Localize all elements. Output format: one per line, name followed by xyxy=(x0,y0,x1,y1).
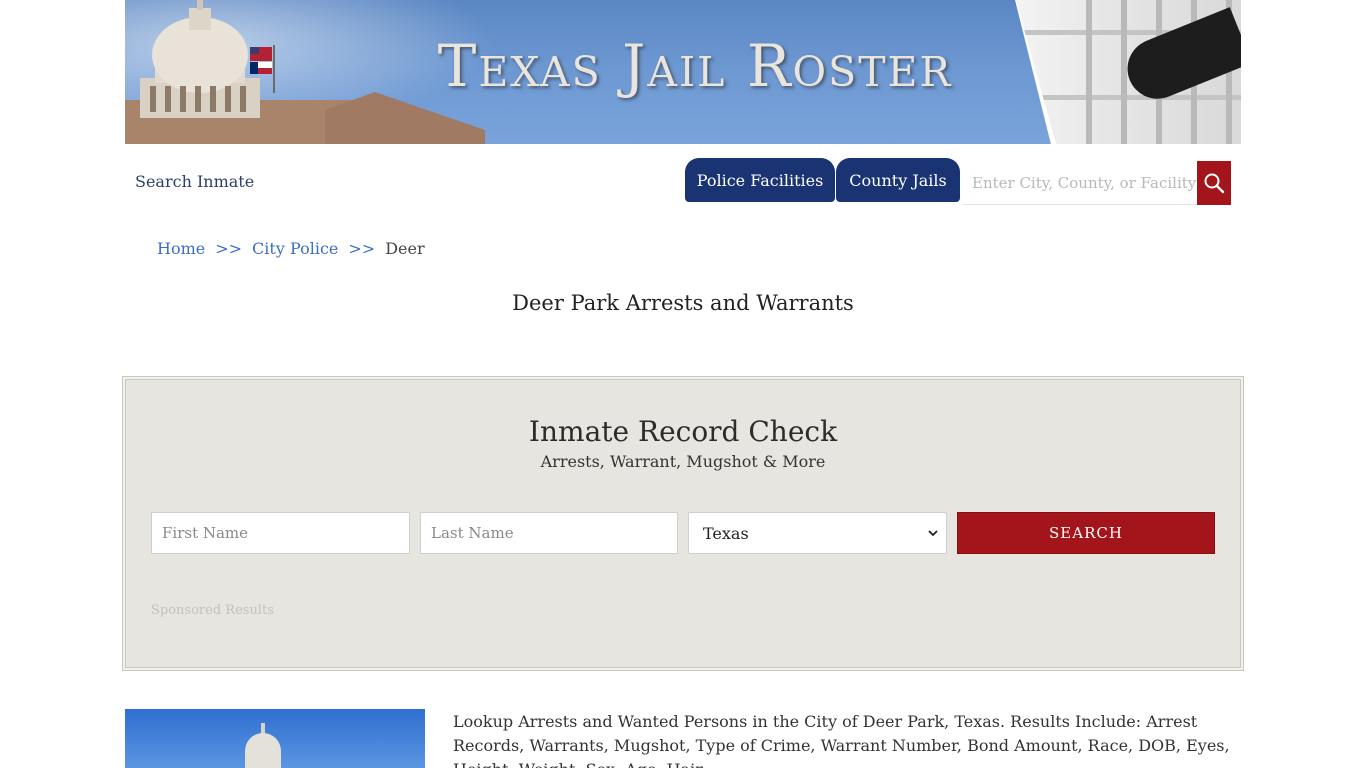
cell-bar xyxy=(1016,95,1241,100)
state-select[interactable]: Texas xyxy=(688,512,947,554)
banner-title: Texas Jail Roster xyxy=(437,32,953,100)
first-name-input[interactable] xyxy=(151,512,410,554)
cell-bar xyxy=(1086,0,1092,144)
arm-with-keys xyxy=(1118,7,1241,108)
breadcrumb-separator: >> xyxy=(348,239,376,258)
breadcrumb-city-police[interactable]: City Police xyxy=(252,239,338,258)
last-name-input[interactable] xyxy=(420,512,678,554)
record-search-button[interactable]: SEARCH xyxy=(957,512,1215,554)
capitol-thumbnail-image xyxy=(125,709,425,768)
breadcrumb: Home >> City Police >> Deer xyxy=(157,239,425,258)
facility-search-button[interactable] xyxy=(1197,161,1231,205)
inmate-record-check-panel: Inmate Record Check Arrests, Warrant, Mu… xyxy=(122,376,1244,671)
thumbnail-dome xyxy=(245,733,281,768)
search-inmate-link[interactable]: Search Inmate xyxy=(135,172,254,191)
record-check-subheading: Arrests, Warrant, Mugshot & More xyxy=(540,452,826,471)
facility-search-input[interactable] xyxy=(962,161,1198,205)
tab-county-jails[interactable]: County Jails xyxy=(836,158,960,202)
chevron-down-icon xyxy=(928,526,938,540)
sponsored-results-label: Sponsored Results xyxy=(151,603,274,618)
record-check-heading: Inmate Record Check xyxy=(528,415,838,448)
city-description: Lookup Arrests and Wanted Persons in the… xyxy=(453,712,1230,768)
page-title: Deer Park Arrests and Warrants xyxy=(512,291,854,315)
breadcrumb-home[interactable]: Home xyxy=(157,239,205,258)
breadcrumb-current: Deer xyxy=(385,239,425,258)
search-icon xyxy=(1204,173,1225,194)
state-selected-value: Texas xyxy=(703,523,749,543)
site-banner[interactable]: Texas Jail Roster xyxy=(125,0,1241,144)
breadcrumb-separator: >> xyxy=(215,239,243,258)
tab-police-facilities[interactable]: Police Facilities xyxy=(685,158,835,202)
cell-bar xyxy=(1121,0,1127,144)
